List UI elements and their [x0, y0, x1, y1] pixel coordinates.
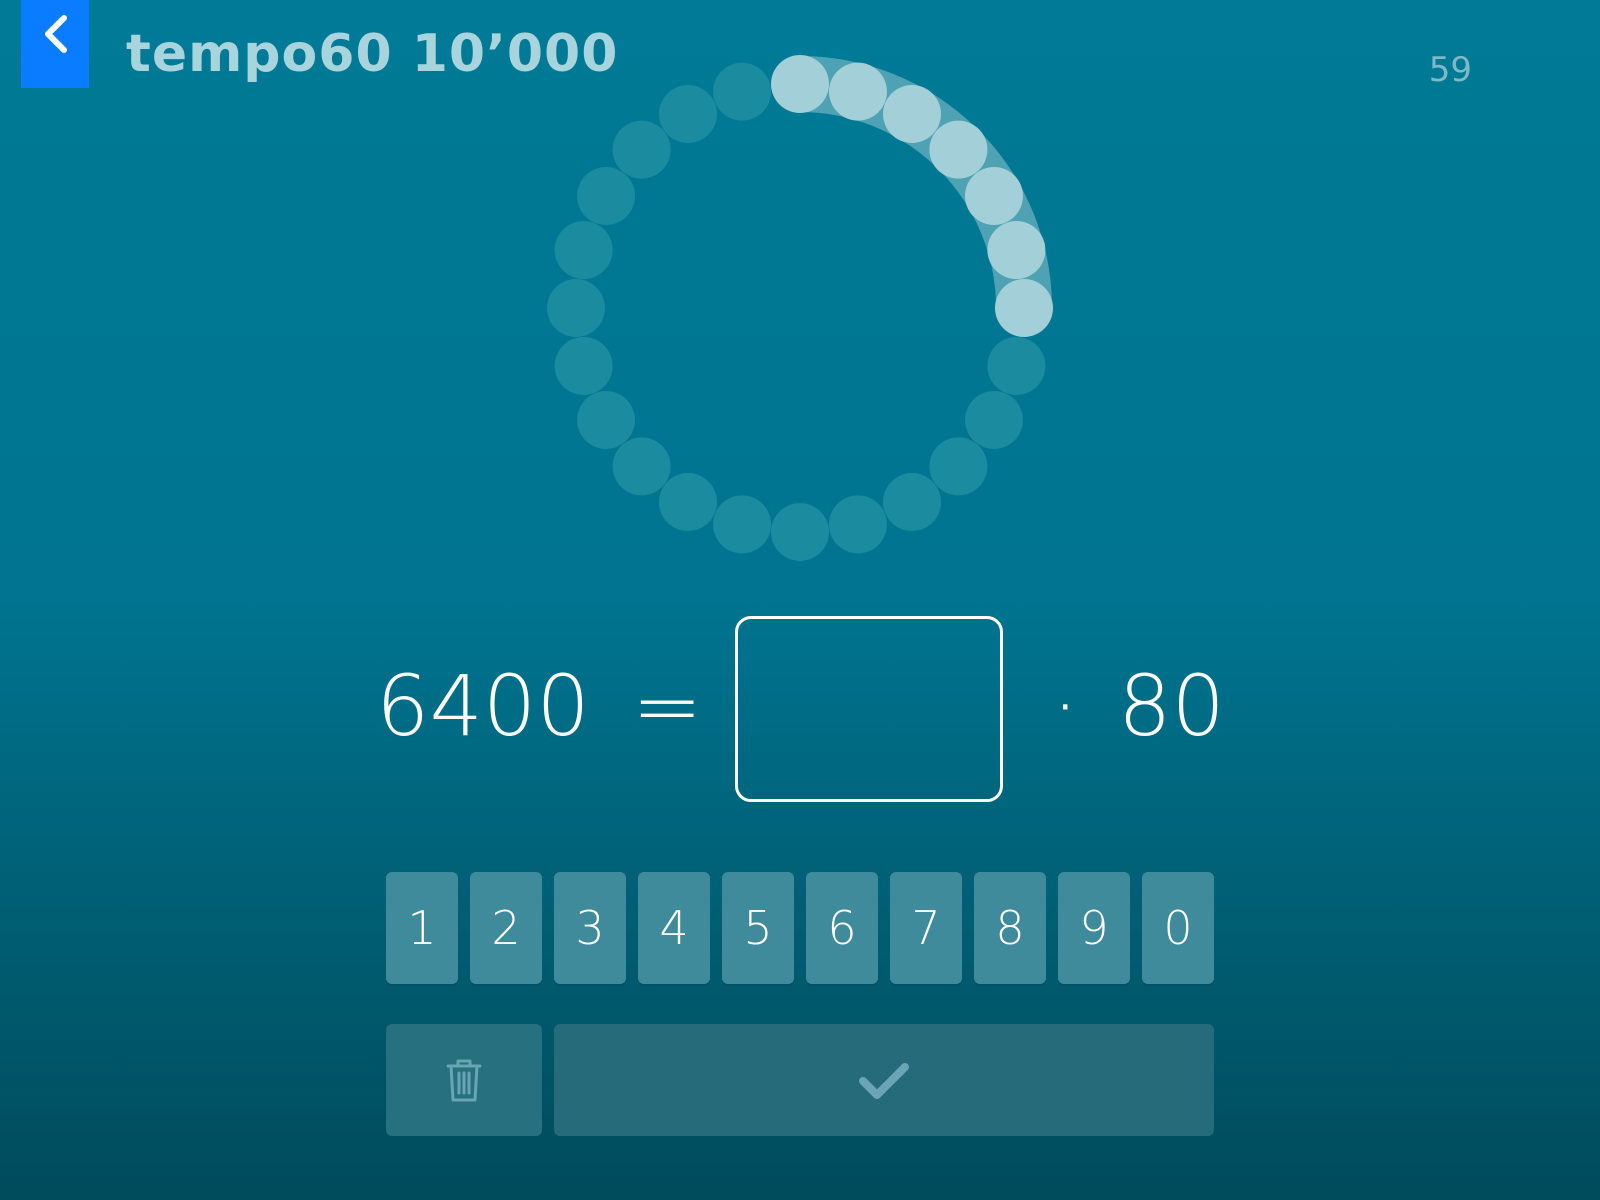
timer-dot-elapsed [995, 279, 1053, 337]
equation-left-operand: 6400 [376, 657, 590, 755]
key-8[interactable]: 8 [974, 872, 1046, 984]
timer-dot-remaining [547, 279, 605, 337]
timer-dot-remaining [964, 391, 1023, 449]
equation-equals-sign: = [632, 657, 703, 755]
chevron-left-icon [45, 15, 67, 53]
timer-dot-remaining [577, 167, 636, 225]
trash-icon [446, 1059, 482, 1102]
timer-dot-elapsed [964, 167, 1023, 225]
key-4[interactable]: 4 [638, 872, 710, 984]
timer-ring [547, 55, 1053, 561]
timer-dot-remaining [612, 120, 671, 179]
checkmark-icon [859, 1063, 909, 1099]
timer-dot-remaining [577, 391, 636, 449]
timer-dot-remaining [929, 437, 988, 496]
timer-dot-remaining [713, 495, 772, 554]
key-3[interactable]: 3 [554, 872, 626, 984]
timer-dot-remaining [659, 472, 717, 531]
equation-multiply-operator: · [1052, 657, 1079, 755]
timer-dot-remaining [828, 495, 887, 554]
timer-dot-elapsed [771, 55, 829, 113]
key-0[interactable]: 0 [1142, 872, 1214, 984]
timer-dot-remaining [713, 62, 772, 121]
key-2[interactable]: 2 [470, 872, 542, 984]
submit-button[interactable] [554, 1024, 1214, 1136]
timer-dot-remaining [987, 336, 1046, 395]
timer-dot-elapsed [828, 62, 887, 121]
timer-dot-remaining [659, 85, 717, 144]
back-button[interactable] [21, 0, 89, 88]
equation-right-operand: 80 [1118, 657, 1225, 755]
answer-input-box[interactable] [735, 616, 1003, 802]
action-row [386, 1024, 1214, 1136]
timer-dot-remaining [771, 503, 829, 561]
timer-dot-elapsed [929, 120, 988, 179]
timer-dot-elapsed [883, 85, 941, 144]
timer-dot-elapsed [987, 221, 1046, 280]
timer-dot-remaining [883, 472, 941, 531]
delete-button[interactable] [386, 1024, 542, 1136]
key-9[interactable]: 9 [1058, 872, 1130, 984]
timer-dot-remaining [612, 437, 671, 496]
number-keypad: 1 2 3 4 5 6 7 8 9 0 [386, 872, 1214, 984]
timer-dot-remaining [554, 336, 613, 395]
key-6[interactable]: 6 [806, 872, 878, 984]
question-counter: 59 [1428, 50, 1472, 90]
timer-dot-remaining [554, 221, 613, 280]
key-5[interactable]: 5 [722, 872, 794, 984]
equation: 6400 = · 80 [0, 612, 1600, 812]
key-1[interactable]: 1 [386, 872, 458, 984]
key-7[interactable]: 7 [890, 872, 962, 984]
